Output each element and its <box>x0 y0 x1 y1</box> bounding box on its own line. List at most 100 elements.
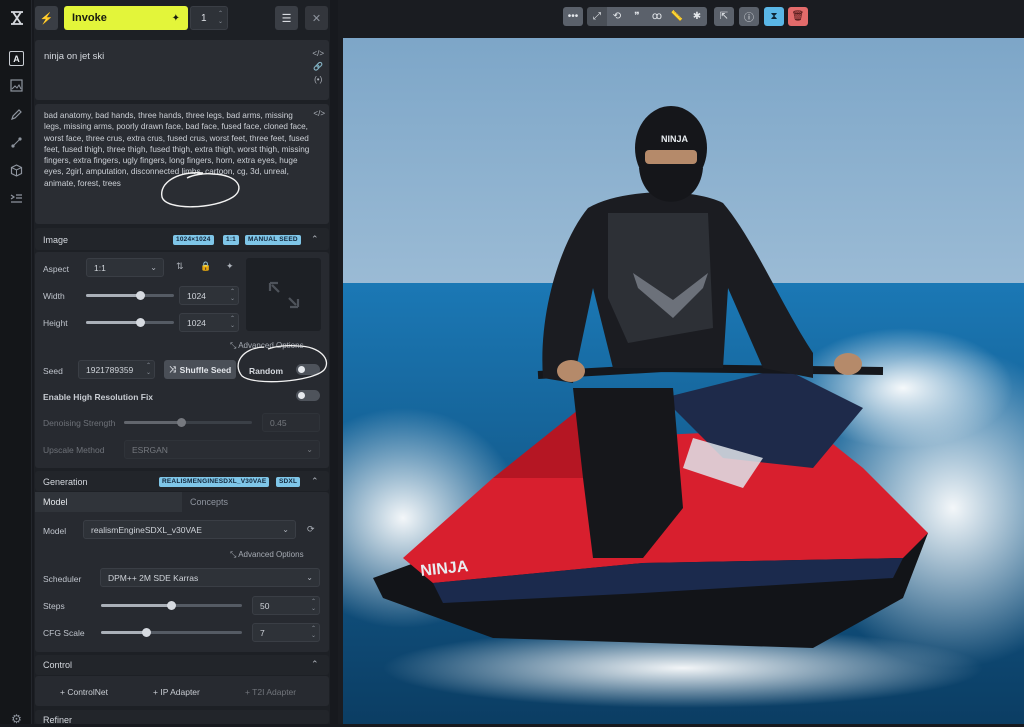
add-ip-adapter-button[interactable]: + IP Adapter <box>153 687 200 697</box>
steps-value: 50 <box>260 600 270 611</box>
t2i-adapter-label: T2I Adapter <box>252 687 297 697</box>
cfg-scale-slider[interactable] <box>101 628 242 637</box>
chevron-down-icon: ⌄ <box>306 445 313 454</box>
aspect-select[interactable]: 1:1 ⌄ <box>86 258 164 277</box>
tab-concepts-label: Concepts <box>190 497 229 507</box>
shuffle-icon: ⤨ <box>168 364 176 374</box>
lightning-icon[interactable]: ⚡ <box>35 6 58 30</box>
hires-fix-toggle[interactable] <box>296 390 320 401</box>
cfg-stepper-icon[interactable]: ⌃ ⌄ <box>311 626 316 640</box>
steps-label: Steps <box>43 601 65 611</box>
settings-gear-icon[interactable]: ⚙ <box>9 712 24 727</box>
asterisk-all-icon[interactable]: ✱ <box>687 7 707 26</box>
image-to-image-tab-icon[interactable] <box>9 79 24 94</box>
seed-stepper-icon[interactable]: ⌃ ⌄ <box>146 363 151 377</box>
cfg-value: 7 <box>260 627 265 638</box>
optimal-size-sparkle-icon[interactable]: ✦ <box>226 261 234 272</box>
invoke-button[interactable]: Invoke ✦ <box>64 6 188 30</box>
aspect-label: Aspect <box>43 264 69 274</box>
stepper-arrows-icon[interactable]: ⌃ ⌄ <box>218 10 223 26</box>
refresh-models-icon[interactable]: ⟳ <box>307 524 315 535</box>
workflow-tab-icon[interactable] <box>9 136 24 151</box>
model-select[interactable]: realismEngineSDXL_v30VAE ⌄ <box>83 520 296 539</box>
left-nav-rail: A ⚙ <box>0 0 32 727</box>
add-controlnet-button[interactable]: + ControlNet <box>60 687 108 697</box>
height-stepper-icon[interactable]: ⌃ ⌄ <box>230 316 235 330</box>
width-slider-knob[interactable] <box>136 291 146 300</box>
ruler-size-icon[interactable]: 📏 <box>667 7 687 26</box>
generation-advanced-label: Advanced Options <box>238 550 304 559</box>
height-value: 1024 <box>187 317 206 328</box>
queue-tab-icon[interactable] <box>9 192 24 207</box>
positive-prompt-text[interactable]: ninja on jet ski <box>44 51 104 62</box>
height-slider-knob[interactable] <box>136 318 146 327</box>
cancel-x-icon[interactable]: ✕ <box>305 6 328 30</box>
chevron-up-icon[interactable]: ⌃ <box>311 659 319 670</box>
text-to-image-tab-icon[interactable]: A <box>9 51 24 66</box>
use-all-parameters-icon[interactable]: ⤢ <box>587 7 607 26</box>
lock-ratio-icon[interactable]: 🔒 <box>200 261 211 272</box>
upscale-method-label: Upscale Method <box>43 445 105 455</box>
control-section-title: Control <box>43 660 73 670</box>
info-icon[interactable]: ⓘ <box>739 7 759 26</box>
width-input[interactable]: 1024 ⌃ ⌄ <box>179 286 239 305</box>
height-slider[interactable] <box>86 318 174 327</box>
cfg-scale-input[interactable]: 7 ⌃ ⌄ <box>252 623 320 642</box>
aspect-value: 1:1 <box>94 262 106 273</box>
more-options-icon[interactable]: ••• <box>563 7 583 26</box>
steps-slider-knob[interactable] <box>167 601 176 610</box>
use-prompt-quote-icon[interactable]: ❞ <box>627 7 647 26</box>
remix-icon[interactable]: ⟲ <box>607 7 627 26</box>
tab-concepts[interactable]: Concepts <box>182 492 329 512</box>
iterations-stepper[interactable]: 1 ⌃ ⌄ <box>190 6 228 30</box>
denoise-value: 0.45 <box>270 417 287 428</box>
hand-drawn-annotation-circle <box>161 172 240 208</box>
swap-dimensions-icon[interactable]: ⇅ <box>176 261 184 272</box>
add-t2i-adapter-button: + T2I Adapter <box>245 687 296 697</box>
image-section-title: Image <box>43 235 69 245</box>
control-section-header[interactable] <box>35 655 329 675</box>
generation-advanced-options-toggle[interactable]: ⤡ Advanced Options <box>230 550 304 560</box>
negative-prompt-box[interactable]: bad anatomy, bad hands, three hands, thr… <box>35 104 329 224</box>
embedding-code-icon[interactable]: </> <box>312 47 324 60</box>
hand-drawn-annotation-oval <box>237 344 328 383</box>
upscale-value: ESRGAN <box>132 444 168 455</box>
seed-input[interactable]: 1921789359 ⌃ ⌄ <box>78 360 155 379</box>
use-seed-icon[interactable]: ꝏ <box>647 7 667 26</box>
resize-preview-icon <box>268 281 299 308</box>
cfg-slider-knob[interactable] <box>141 628 151 637</box>
steps-input[interactable]: 50 ⌃ ⌄ <box>252 596 320 615</box>
height-input[interactable]: 1024 ⌃ ⌄ <box>179 313 239 332</box>
steps-slider[interactable] <box>101 601 242 610</box>
steps-stepper-icon[interactable]: ⌃ ⌄ <box>311 599 316 613</box>
model-value: realismEngineSDXL_v30VAE <box>91 524 202 535</box>
upscale-expand-icon[interactable]: ⇱ <box>714 7 734 26</box>
size-badge: 1024×1024 <box>173 235 214 245</box>
iterations-value: 1 <box>201 12 207 24</box>
delete-trash-icon[interactable]: 🗑 <box>788 7 808 26</box>
positive-prompt-box[interactable]: ninja on jet ski </> 🔗 (•) <box>35 40 329 100</box>
refiner-section-header[interactable] <box>35 710 329 724</box>
hires-fix-label: Enable High Resolution Fix <box>43 392 154 402</box>
negative-embedding-code-icon[interactable]: </> <box>313 109 325 118</box>
link-icon[interactable]: 🔗 <box>312 60 324 73</box>
width-value: 1024 <box>187 290 206 301</box>
seed-random-icon[interactable]: (•) <box>312 73 324 86</box>
seed-label: Seed <box>43 366 63 376</box>
width-stepper-icon[interactable]: ⌃ ⌄ <box>230 289 235 303</box>
width-slider[interactable] <box>86 291 174 300</box>
model-manager-tab-icon[interactable] <box>9 164 24 179</box>
chevron-up-icon[interactable]: ⌃ <box>311 476 319 487</box>
chevron-up-icon[interactable]: ⌃ <box>311 234 319 245</box>
queue-list-icon[interactable]: ☰ <box>275 6 298 30</box>
generated-image[interactable]: NINJA NINJA <box>343 38 1024 724</box>
shuffle-seed-button[interactable]: ⤨ Shuffle Seed <box>164 360 236 379</box>
upscale-method-select: ESRGAN ⌄ <box>124 440 320 459</box>
unified-canvas-tab-icon[interactable] <box>9 108 24 123</box>
progress-hourglass-icon[interactable]: ⧗ <box>764 7 784 26</box>
scheduler-select[interactable]: DPM++ 2M SDE Karras ⌄ <box>100 568 320 587</box>
prompt-tools: </> 🔗 (•) <box>312 47 324 86</box>
tab-model[interactable]: Model <box>35 492 182 512</box>
denoising-strength-label: Denoising Strength <box>43 418 116 428</box>
manual-seed-badge: MANUAL SEED <box>245 235 301 245</box>
